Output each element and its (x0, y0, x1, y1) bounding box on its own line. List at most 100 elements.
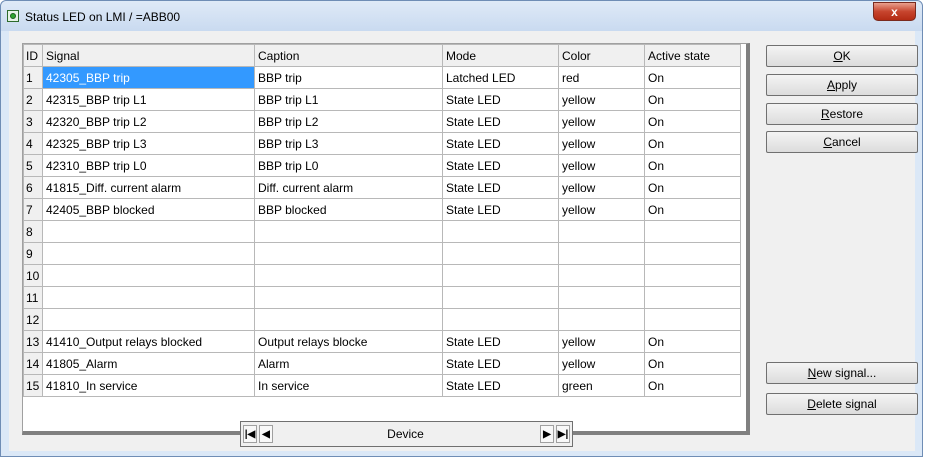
mode-cell[interactable]: State LED (442, 330, 559, 353)
mode-cell[interactable]: State LED (442, 176, 559, 199)
table-row[interactable]: 14 41805_Alarm Alarm State LED yellow On (23, 352, 741, 375)
active-state-cell[interactable] (644, 308, 741, 331)
color-cell[interactable]: green (558, 374, 645, 397)
row-id-cell[interactable]: 9 (23, 242, 43, 265)
apply-button[interactable]: Apply (766, 74, 918, 96)
row-id-cell[interactable]: 11 (23, 286, 43, 309)
color-cell[interactable]: red (558, 66, 645, 89)
previous-record-button[interactable]: ◀ (259, 425, 273, 443)
caption-cell[interactable] (254, 242, 443, 265)
caption-cell[interactable]: In service (254, 374, 443, 397)
color-cell[interactable] (558, 264, 645, 287)
row-id-cell[interactable]: 7 (23, 198, 43, 221)
signal-cell[interactable]: 41810_In service (42, 374, 255, 397)
table-row[interactable]: 15 41810_In service In service State LED gre… (23, 374, 741, 397)
title-bar[interactable]: Status LED on LMI / =ABB00 x (1, 1, 922, 31)
table-row[interactable]: 6 41815_Diff. current alarm Diff. current … (23, 176, 741, 199)
signal-cell[interactable] (42, 308, 255, 331)
color-cell[interactable] (558, 308, 645, 331)
caption-cell[interactable]: BBP trip L0 (254, 154, 443, 177)
signal-cell[interactable] (42, 264, 255, 287)
column-header-caption[interactable]: Caption (254, 44, 443, 67)
close-button[interactable]: x (873, 2, 916, 21)
mode-cell[interactable]: State LED (442, 374, 559, 397)
mode-cell[interactable] (442, 264, 559, 287)
mode-cell[interactable]: Latched LED (442, 66, 559, 89)
mode-cell[interactable] (442, 220, 559, 243)
row-id-cell[interactable]: 3 (23, 110, 43, 133)
mode-cell[interactable]: State LED (442, 198, 559, 221)
table-row[interactable]: 11 (23, 286, 741, 309)
row-id-cell[interactable]: 10 (23, 264, 43, 287)
color-cell[interactable]: yellow (558, 198, 645, 221)
caption-cell[interactable]: BBP trip L3 (254, 132, 443, 155)
table-row[interactable]: 4 42325_BBP trip L3 BBP trip L3 State LED ye… (23, 132, 741, 155)
column-header-signal[interactable]: Signal (42, 44, 255, 67)
column-header-mode[interactable]: Mode (442, 44, 559, 67)
active-state-cell[interactable] (644, 242, 741, 265)
caption-cell[interactable]: BBP blocked (254, 198, 443, 221)
table-row[interactable]: 10 (23, 264, 741, 287)
row-id-cell[interactable]: 5 (23, 154, 43, 177)
mode-cell[interactable]: State LED (442, 154, 559, 177)
column-header-active-state[interactable]: Active state (644, 44, 741, 67)
table-row[interactable]: 8 (23, 220, 741, 243)
row-id-cell[interactable]: 12 (23, 308, 43, 331)
signal-cell[interactable] (42, 220, 255, 243)
signal-cell[interactable] (42, 242, 255, 265)
active-state-cell[interactable]: On (644, 154, 741, 177)
color-cell[interactable] (558, 286, 645, 309)
active-state-cell[interactable]: On (644, 110, 741, 133)
column-header-id[interactable]: ID (23, 44, 43, 67)
color-cell[interactable] (558, 220, 645, 243)
caption-cell[interactable]: BBP trip L2 (254, 110, 443, 133)
cancel-button[interactable]: Cancel (766, 131, 918, 153)
active-state-cell[interactable]: On (644, 66, 741, 89)
signal-cell[interactable]: 41815_Diff. current alarm (42, 176, 255, 199)
signal-cell[interactable]: 42405_BBP blocked (42, 198, 255, 221)
color-cell[interactable] (558, 242, 645, 265)
first-record-button[interactable]: |◀ (243, 425, 257, 443)
signal-cell[interactable]: 42305_BBP trip (42, 66, 255, 89)
restore-button[interactable]: Restore (766, 103, 918, 125)
signal-cell[interactable]: 42325_BBP trip L3 (42, 132, 255, 155)
caption-cell[interactable] (254, 308, 443, 331)
caption-cell[interactable]: BBP trip (254, 66, 443, 89)
row-id-cell[interactable]: 8 (23, 220, 43, 243)
mode-cell[interactable]: State LED (442, 132, 559, 155)
table-row[interactable]: 5 42310_BBP trip L0 BBP trip L0 State LED ye… (23, 154, 741, 177)
next-record-button[interactable]: ▶ (540, 425, 554, 443)
signal-cell[interactable] (42, 286, 255, 309)
color-cell[interactable]: yellow (558, 88, 645, 111)
mode-cell[interactable] (442, 308, 559, 331)
active-state-cell[interactable]: On (644, 88, 741, 111)
signal-cell[interactable]: 41410_Output relays blocked (42, 330, 255, 353)
color-cell[interactable]: yellow (558, 132, 645, 155)
active-state-cell[interactable] (644, 264, 741, 287)
table-row[interactable]: 13 41410_Output relays blocked Output rela… (23, 330, 741, 353)
active-state-cell[interactable]: On (644, 198, 741, 221)
row-id-cell[interactable]: 14 (23, 352, 43, 375)
caption-cell[interactable] (254, 220, 443, 243)
table-row[interactable]: 2 42315_BBP trip L1 BBP trip L1 State LED ye… (23, 88, 741, 111)
caption-cell[interactable] (254, 264, 443, 287)
active-state-cell[interactable] (644, 220, 741, 243)
signal-cell[interactable]: 41805_Alarm (42, 352, 255, 375)
signal-grid[interactable]: ID Signal Caption Mode Color Active stat… (22, 43, 750, 435)
caption-cell[interactable]: Output relays blocke (254, 330, 443, 353)
table-row[interactable]: 9 (23, 242, 741, 265)
active-state-cell[interactable]: On (644, 352, 741, 375)
signal-cell[interactable]: 42320_BBP trip L2 (42, 110, 255, 133)
ok-button[interactable]: OK (766, 45, 918, 67)
caption-cell[interactable]: Diff. current alarm (254, 176, 443, 199)
caption-cell[interactable]: Alarm (254, 352, 443, 375)
row-id-cell[interactable]: 13 (23, 330, 43, 353)
signal-cell[interactable]: 42315_BBP trip L1 (42, 88, 255, 111)
color-cell[interactable]: yellow (558, 154, 645, 177)
row-id-cell[interactable]: 2 (23, 88, 43, 111)
color-cell[interactable]: yellow (558, 352, 645, 375)
row-id-cell[interactable]: 4 (23, 132, 43, 155)
table-row[interactable]: 3 42320_BBP trip L2 BBP trip L2 State LED ye… (23, 110, 741, 133)
caption-cell[interactable] (254, 286, 443, 309)
signal-cell[interactable]: 42310_BBP trip L0 (42, 154, 255, 177)
